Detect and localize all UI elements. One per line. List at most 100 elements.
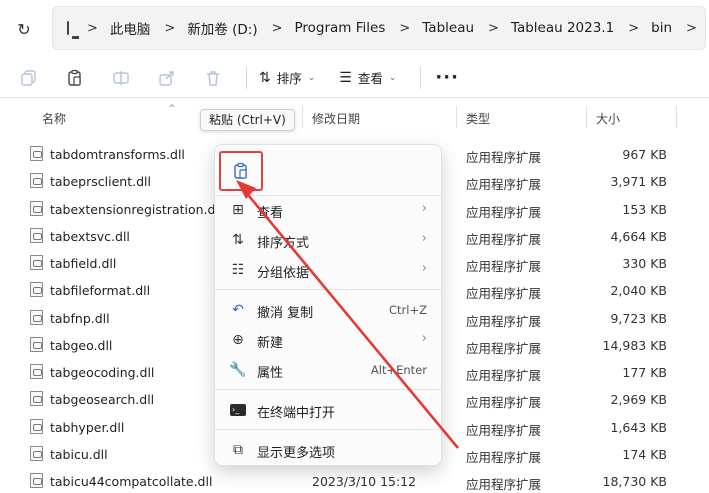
header-size[interactable]: 大小 bbox=[596, 110, 620, 127]
column-divider[interactable] bbox=[586, 106, 587, 128]
chevron-right-icon: > bbox=[399, 20, 411, 36]
address-bar-area: ↻ > 此电脑 > 新加卷 (D:) > Program Files > Tab… bbox=[0, 0, 709, 58]
menu-item-view[interactable]: ⊞ 查看 › bbox=[215, 195, 441, 225]
refresh-icon: ↻ bbox=[17, 19, 31, 39]
context-menu: ⊞ 查看 › ⇅ 排序方式 › ☷ 分组依据 › ↶ 撤消 复制 Ctrl+Z … bbox=[214, 144, 442, 466]
toolbar-divider bbox=[246, 66, 247, 89]
file-size: 3,971 KB bbox=[610, 174, 667, 189]
chevron-right-icon: > bbox=[87, 20, 98, 36]
file-name: tabicu44compatcollate.dll bbox=[50, 474, 213, 489]
breadcrumb-item[interactable]: 新加卷 (D:) bbox=[187, 18, 257, 38]
file-size: 2,969 KB bbox=[610, 392, 667, 407]
sort-icon: ⇅ bbox=[259, 69, 271, 86]
breadcrumb-item[interactable]: Tableau 2023.1 bbox=[511, 20, 614, 36]
delete-button[interactable] bbox=[200, 65, 226, 91]
column-headers: ^ 名称 修改日期 类型 大小 bbox=[0, 104, 709, 128]
column-divider[interactable] bbox=[456, 106, 457, 128]
dll-file-icon bbox=[30, 173, 43, 188]
menu-item-label: 显示更多选项 bbox=[257, 446, 336, 461]
file-name: tabfield.dll bbox=[50, 256, 117, 271]
menu-item-undo-copy[interactable]: ↶ 撤消 复制 Ctrl+Z bbox=[215, 295, 441, 325]
dll-file-icon bbox=[30, 201, 43, 216]
file-size: 174 KB bbox=[622, 447, 667, 462]
menu-item-label: 属性 bbox=[257, 366, 284, 381]
menu-item-group-by[interactable]: ☷ 分组依据 › bbox=[215, 255, 441, 285]
breadcrumb-item[interactable]: Program Files bbox=[295, 20, 386, 36]
wrench-icon: 🔧 bbox=[229, 362, 247, 378]
breadcrumb-item[interactable]: 此电脑 bbox=[110, 18, 151, 38]
view-dropdown[interactable]: ☰ 查看 ⌄ bbox=[339, 68, 396, 87]
chevron-down-icon: ⌄ bbox=[388, 72, 397, 83]
chevron-right-icon: > bbox=[271, 20, 283, 36]
file-name: tabfnp.dll bbox=[50, 311, 110, 326]
menu-item-new[interactable]: ⊕ 新建 › bbox=[215, 325, 441, 355]
chevron-right-icon: > bbox=[164, 20, 176, 36]
sort-dropdown[interactable]: ⇅ 排序 ⌄ bbox=[259, 68, 315, 87]
menu-item-shortcut: Alt+Enter bbox=[370, 363, 427, 377]
more-options-button[interactable]: ··· bbox=[435, 67, 459, 88]
share-icon bbox=[159, 70, 174, 86]
share-button[interactable] bbox=[154, 65, 180, 91]
chevron-right-icon: > bbox=[628, 20, 640, 36]
refresh-button[interactable]: ↻ bbox=[12, 17, 36, 41]
dll-file-icon bbox=[30, 446, 43, 461]
dll-file-icon bbox=[30, 282, 43, 297]
file-name: tabgeocoding.dll bbox=[50, 365, 155, 380]
file-size: 9,723 KB bbox=[610, 311, 667, 326]
file-type: 应用程序扩展 bbox=[466, 205, 542, 220]
column-divider[interactable] bbox=[676, 106, 677, 128]
menu-divider bbox=[215, 429, 441, 430]
sort-icon: ⇅ bbox=[232, 232, 244, 248]
file-type: 应用程序扩展 bbox=[466, 177, 542, 192]
chevron-right-icon: › bbox=[421, 331, 427, 346]
menu-item-label: 新建 bbox=[257, 336, 284, 351]
copy-button[interactable] bbox=[16, 65, 42, 91]
terminal-icon: ›_ bbox=[229, 401, 247, 419]
menu-item-label: 分组依据 bbox=[257, 266, 310, 281]
file-name: tabfileformat.dll bbox=[50, 283, 151, 298]
view-label: 查看 bbox=[357, 71, 383, 86]
file-type: 应用程序扩展 bbox=[466, 232, 542, 247]
file-modified: 2023/3/10 15:12 bbox=[312, 474, 417, 489]
rename-button[interactable] bbox=[108, 65, 134, 91]
breadcrumb-item[interactable]: bin bbox=[651, 20, 672, 36]
paste-menu-button[interactable] bbox=[219, 151, 263, 191]
table-row[interactable] bbox=[0, 128, 709, 138]
file-size: 330 KB bbox=[622, 256, 667, 271]
file-type: 应用程序扩展 bbox=[466, 477, 542, 492]
rename-icon bbox=[113, 70, 129, 85]
command-bar: ⇅ 排序 ⌄ ☰ 查看 ⌄ ··· bbox=[0, 58, 709, 98]
dll-file-icon bbox=[30, 337, 43, 352]
paste-button[interactable] bbox=[62, 65, 88, 91]
column-divider[interactable] bbox=[302, 106, 303, 128]
menu-item-show-more[interactable]: ⧉ 显示更多选项 bbox=[215, 435, 441, 465]
chevron-right-icon: › bbox=[421, 201, 427, 216]
file-size: 153 KB bbox=[622, 202, 667, 217]
menu-item-properties[interactable]: 🔧 属性 Alt+Enter bbox=[215, 355, 441, 385]
paste-icon bbox=[234, 162, 247, 179]
file-type: 应用程序扩展 bbox=[466, 450, 542, 465]
header-modified[interactable]: 修改日期 bbox=[312, 110, 360, 127]
file-size: 14,983 KB bbox=[602, 338, 667, 353]
dll-file-icon bbox=[30, 146, 43, 161]
dll-file-icon bbox=[30, 364, 43, 379]
header-type[interactable]: 类型 bbox=[466, 110, 490, 127]
menu-item-sort[interactable]: ⇅ 排序方式 › bbox=[215, 225, 441, 255]
dll-file-icon bbox=[30, 255, 43, 270]
header-name[interactable]: 名称 bbox=[42, 110, 66, 127]
file-type: 应用程序扩展 bbox=[466, 150, 542, 165]
file-name: tabhyper.dll bbox=[50, 420, 125, 435]
file-name: tabdomtransforms.dll bbox=[50, 147, 185, 162]
file-name: tabicu.dll bbox=[50, 447, 108, 462]
toolbar-divider bbox=[420, 66, 422, 89]
chevron-down-icon: ⌄ bbox=[307, 72, 316, 83]
file-name: tabeprsclient.dll bbox=[50, 174, 151, 189]
file-type: 应用程序扩展 bbox=[466, 341, 542, 356]
menu-divider bbox=[215, 289, 441, 290]
paste-tooltip: 粘贴 (Ctrl+V) bbox=[200, 109, 295, 131]
menu-item-open-terminal[interactable]: ›_ 在终端中打开 bbox=[215, 395, 441, 425]
table-row[interactable]: tabicu44compatcollate.dll 2023/3/10 15:1… bbox=[0, 468, 709, 493]
breadcrumb-item[interactable]: Tableau bbox=[422, 20, 474, 36]
breadcrumb[interactable]: > 此电脑 > 新加卷 (D:) > Program Files > Table… bbox=[52, 6, 706, 50]
dll-file-icon bbox=[30, 473, 43, 488]
